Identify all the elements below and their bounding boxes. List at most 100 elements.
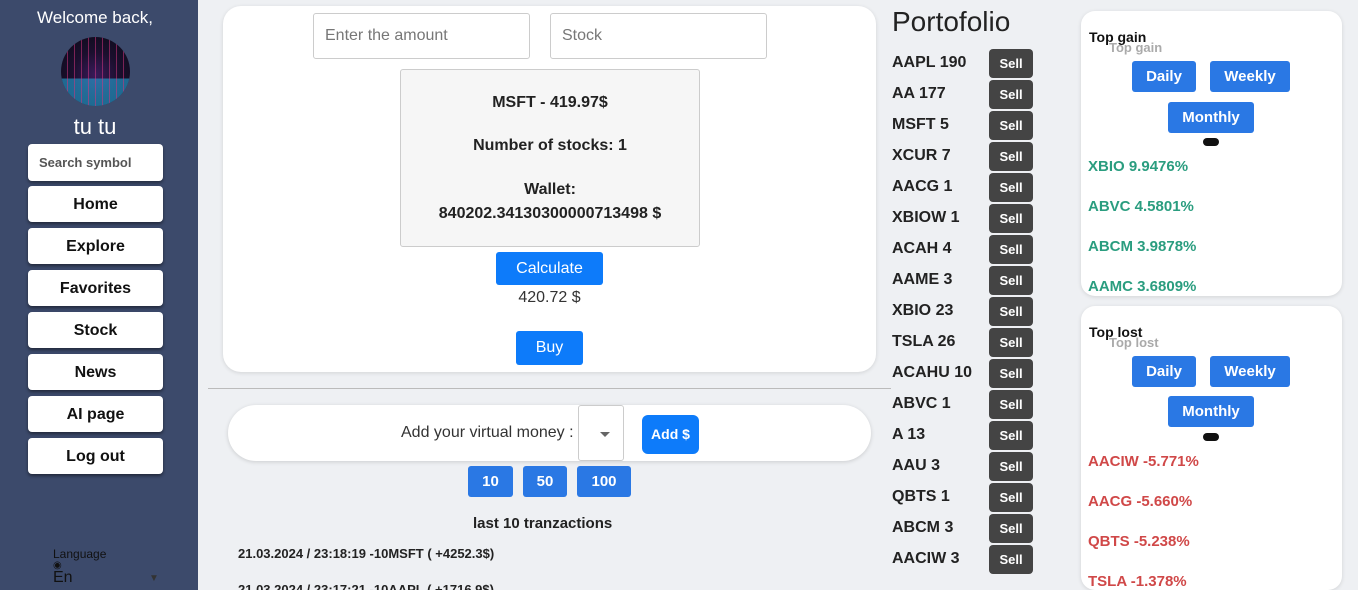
- portfolio-row: QBTS 1 Sell: [892, 481, 1037, 512]
- calculate-button[interactable]: Calculate: [496, 252, 603, 285]
- add-money-button[interactable]: Add $: [642, 415, 699, 454]
- nav-ai-page-button[interactable]: AI page: [28, 396, 163, 432]
- top-lost-daily-button[interactable]: Daily: [1132, 356, 1196, 387]
- portfolio-row: ABVC 1 Sell: [892, 388, 1037, 419]
- stock-input[interactable]: [550, 13, 767, 59]
- top-lost-item[interactable]: AACIW -5.771%: [1088, 453, 1199, 470]
- sell-button[interactable]: Sell: [989, 421, 1033, 450]
- portfolio-row: ACAH 4 Sell: [892, 233, 1037, 264]
- username: tu tu: [73, 114, 117, 139]
- portfolio-title: Portofolio: [892, 6, 1011, 37]
- top-gain-weekly-button[interactable]: Weekly: [1210, 61, 1290, 92]
- transaction-item: 21.03.2024 / 23:18:19 -10MSFT ( +4252.3$…: [238, 546, 495, 561]
- top-lost-item[interactable]: TSLA -1.378%: [1088, 573, 1187, 590]
- top-gain-subtitle: Top gain: [1109, 40, 1163, 55]
- sell-button[interactable]: Sell: [989, 111, 1033, 140]
- wallet-label: Wallet:: [524, 181, 576, 198]
- portfolio-holding: XBIO 23: [892, 302, 954, 319]
- sell-button[interactable]: Sell: [989, 328, 1033, 357]
- portfolio-holding: AACG 1: [892, 178, 953, 195]
- portfolio-holding: ABCM 3: [892, 519, 954, 536]
- add-money-label: Add your virtual money :: [401, 424, 574, 441]
- top-lost-panel: Top lost Top lost Daily Weekly Monthly A…: [1081, 306, 1342, 590]
- sell-button[interactable]: Sell: [989, 545, 1033, 574]
- portfolio-row: XCUR 7 Sell: [892, 140, 1037, 171]
- sell-button[interactable]: Sell: [989, 142, 1033, 171]
- loading-indicator: [1203, 138, 1219, 146]
- top-gain-item[interactable]: XBIO 9.9476%: [1088, 158, 1188, 175]
- quick-amount-50-button[interactable]: 50: [523, 466, 567, 497]
- portfolio-holding: AA 177: [892, 85, 946, 102]
- sell-button[interactable]: Sell: [989, 266, 1033, 295]
- money-select[interactable]: [578, 405, 624, 461]
- portfolio-holding: A 13: [892, 426, 926, 443]
- stock-info-box: MSFT - 419.97$ Number of stocks: 1 Walle…: [400, 69, 700, 247]
- stock-price-text: MSFT - 419.97$: [492, 94, 608, 111]
- top-lost-subtitle: Top lost: [1109, 335, 1159, 350]
- top-gain-item[interactable]: ABVC 4.5801%: [1088, 198, 1194, 215]
- nav-favorites-button[interactable]: Favorites: [28, 270, 163, 306]
- portfolio-holding: QBTS 1: [892, 488, 950, 505]
- portfolio-row: ABCM 3 Sell: [892, 512, 1037, 543]
- wallet-value: 840202.34130300000713498 $: [438, 205, 662, 222]
- portfolio-row: AACG 1 Sell: [892, 171, 1037, 202]
- nav-logout-button[interactable]: Log out: [28, 438, 163, 474]
- portfolio-row: MSFT 5 Sell: [892, 109, 1037, 140]
- nav-explore-button[interactable]: Explore: [28, 228, 163, 264]
- transactions-title: last 10 tranzactions: [473, 515, 613, 532]
- portfolio-row: AAME 3 Sell: [892, 264, 1037, 295]
- portfolio-row: A 13 Sell: [892, 419, 1037, 450]
- welcome-text: Welcome back,: [37, 8, 153, 27]
- sell-button[interactable]: Sell: [989, 483, 1033, 512]
- transaction-item: 21.03.2024 / 23:17:21 -10AAPL ( +1716.9$…: [238, 582, 494, 590]
- portfolio-holding: ACAHU 10: [892, 364, 973, 381]
- top-gain-daily-button[interactable]: Daily: [1132, 61, 1196, 92]
- portfolio-row: AACIW 3 Sell: [892, 543, 1037, 574]
- top-lost-item[interactable]: AACG -5.660%: [1088, 493, 1192, 510]
- nav-stock-button[interactable]: Stock: [28, 312, 163, 348]
- portfolio-row: AAU 3 Sell: [892, 450, 1037, 481]
- sidebar: Welcome back, tu tu Home Explore Favorit…: [0, 0, 198, 590]
- portfolio-row: TSLA 26 Sell: [892, 326, 1037, 357]
- portfolio-holding: XBIOW 1: [892, 209, 960, 226]
- sell-button[interactable]: Sell: [989, 359, 1033, 388]
- top-lost-monthly-button[interactable]: Monthly: [1168, 396, 1254, 427]
- top-lost-item[interactable]: QBTS -5.238%: [1088, 533, 1190, 550]
- portfolio-holding: ABVC 1: [892, 395, 951, 412]
- sell-button[interactable]: Sell: [989, 235, 1033, 264]
- sell-button[interactable]: Sell: [989, 390, 1033, 419]
- top-gain-monthly-button[interactable]: Monthly: [1168, 102, 1254, 133]
- top-gain-item[interactable]: ABCM 3.9878%: [1088, 238, 1196, 255]
- nav-news-button[interactable]: News: [28, 354, 163, 390]
- portfolio-holding: AAME 3: [892, 271, 953, 288]
- avatar[interactable]: [61, 37, 130, 106]
- quick-amount-10-button[interactable]: 10: [468, 466, 513, 497]
- language-select[interactable]: En: [53, 569, 73, 587]
- chevron-down-icon[interactable]: ▼: [149, 573, 159, 584]
- sell-button[interactable]: Sell: [989, 173, 1033, 202]
- portfolio-row: ACAHU 10 Sell: [892, 357, 1037, 388]
- search-input[interactable]: [28, 144, 163, 181]
- top-lost-weekly-button[interactable]: Weekly: [1210, 356, 1290, 387]
- total-price: 420.72 $: [518, 289, 581, 306]
- top-gain-panel: Top gain Top gain Daily Weekly Monthly X…: [1081, 11, 1342, 296]
- loading-indicator: [1203, 433, 1219, 441]
- language-label: Language: [53, 547, 107, 561]
- sell-button[interactable]: Sell: [989, 49, 1033, 78]
- portfolio-holding: MSFT 5: [892, 116, 949, 133]
- top-gain-item[interactable]: AAMC 3.6809%: [1088, 278, 1196, 295]
- portfolio-row: AA 177 Sell: [892, 78, 1037, 109]
- portfolio-row: AAPL 190 Sell: [892, 47, 1037, 78]
- sell-button[interactable]: Sell: [989, 80, 1033, 109]
- amount-input[interactable]: [313, 13, 530, 59]
- sell-button[interactable]: Sell: [989, 514, 1033, 543]
- sell-button[interactable]: Sell: [989, 452, 1033, 481]
- portfolio-holding: AACIW 3: [892, 550, 960, 567]
- divider: [208, 388, 891, 389]
- nav-home-button[interactable]: Home: [28, 186, 163, 222]
- sell-button[interactable]: Sell: [989, 297, 1033, 326]
- buy-button[interactable]: Buy: [516, 331, 583, 365]
- quick-amount-100-button[interactable]: 100: [577, 466, 631, 497]
- sell-button[interactable]: Sell: [989, 204, 1033, 233]
- portfolio-holding: TSLA 26: [892, 333, 956, 350]
